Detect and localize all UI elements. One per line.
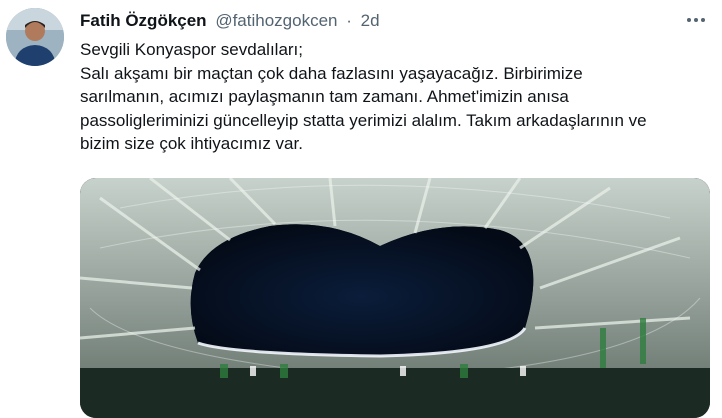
stadium-photo [80, 178, 710, 418]
tweet-media-image[interactable] [80, 178, 710, 418]
tweet-header: Fatih Özgökçen @fatihozgokcen · 2d [80, 10, 380, 32]
user-handle[interactable]: @fatihozgokcen [215, 11, 337, 30]
avatar-photo [6, 8, 64, 66]
display-name[interactable]: Fatih Özgökçen [80, 11, 207, 30]
tweet-text-line: sarılmanın, acımızı paylaşmanın tam zama… [80, 87, 569, 106]
tweet-text-line: Sevgili Konyaspor sevdalıları; [80, 40, 304, 59]
timestamp[interactable]: 2d [361, 11, 380, 30]
tweet-text: Sevgili Konyaspor sevdalıları; Salı akşa… [80, 38, 710, 156]
more-dot [701, 18, 705, 22]
separator-dot: · [346, 11, 352, 30]
avatar[interactable] [6, 8, 64, 66]
tweet-text-line: passoligleriminizi güncelleyip statta ye… [80, 110, 647, 130]
more-dot [694, 18, 698, 22]
more-horizontal-icon[interactable] [682, 8, 710, 32]
tweet-text-line: bizim size çok ihtiyacımız var. [80, 134, 303, 153]
more-dot [687, 18, 691, 22]
tweet-text-line: Salı akşamı bir maçtan çok daha fazlasın… [80, 63, 583, 83]
tweet: Fatih Özgökçen @fatihozgokcen · 2d Sevgi… [0, 0, 722, 418]
